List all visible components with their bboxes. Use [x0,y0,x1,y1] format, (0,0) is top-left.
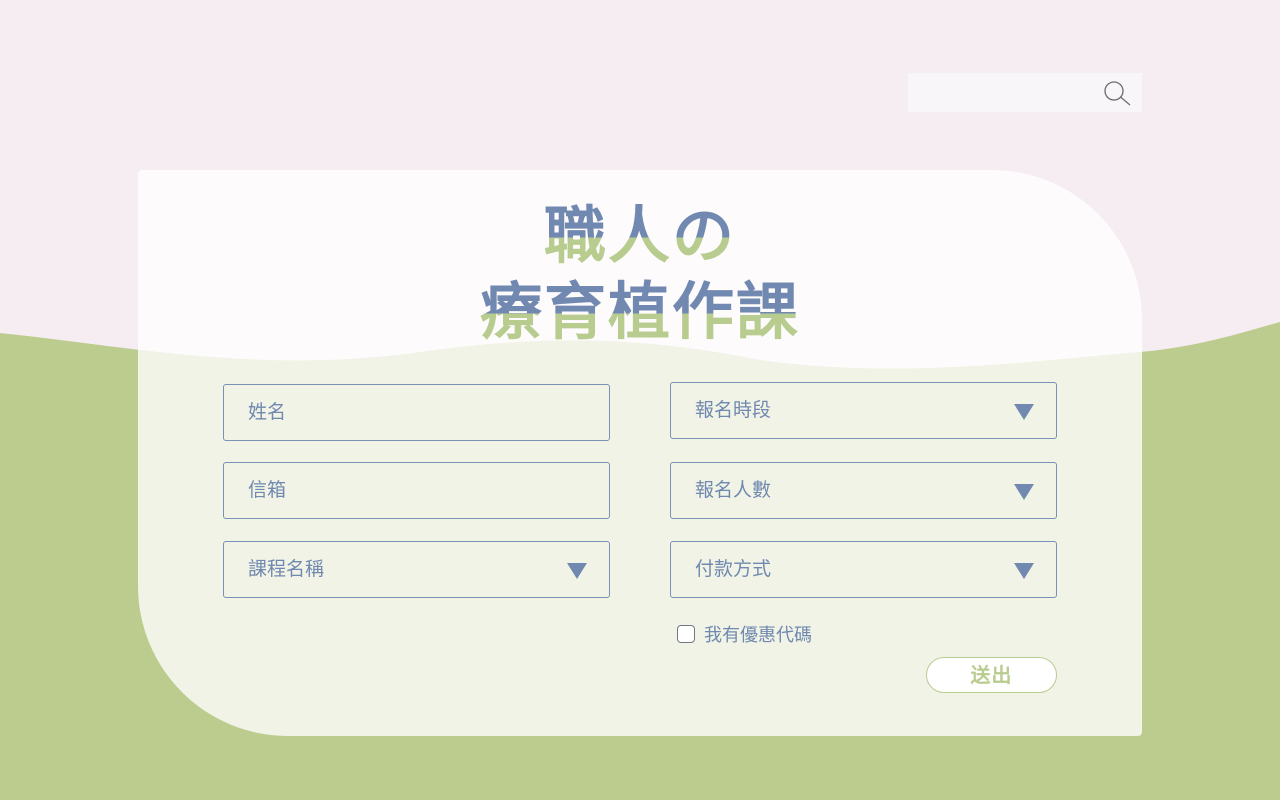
coupon-checkbox-row[interactable]: 我有優惠代碼 [677,621,812,647]
chevron-down-icon [1014,404,1034,420]
chevron-down-icon [1014,563,1034,579]
course-select-label: 課程名稱 [248,558,325,580]
search-input[interactable] [908,73,1142,112]
email-field-placeholder: 信箱 [248,479,287,501]
coupon-checkbox-label: 我有優惠代碼 [704,625,812,646]
name-field[interactable]: 姓名 [223,384,610,441]
chevron-down-icon [1014,484,1034,500]
payment-select[interactable]: 付款方式 [670,541,1057,598]
title-line-2: 療育植作課 [138,274,1142,350]
coupon-checkbox[interactable] [677,625,695,643]
attendees-select-label: 報名人數 [695,479,772,501]
course-select[interactable]: 課程名稱 [223,541,610,598]
page-title: 職人の 療育植作課 [138,198,1142,350]
registration-card: 職人の 療育植作課 姓名 信箱 課程名稱 報名時段 報名人數 付款方式 我有優惠… [138,170,1142,736]
session-select[interactable]: 報名時段 [670,382,1057,439]
page-background: 職人の 療育植作課 姓名 信箱 課程名稱 報名時段 報名人數 付款方式 我有優惠… [0,0,1280,800]
email-field[interactable]: 信箱 [223,462,610,519]
attendees-select[interactable]: 報名人數 [670,462,1057,519]
payment-select-label: 付款方式 [695,558,772,580]
search-icon[interactable] [1102,80,1132,106]
session-select-label: 報名時段 [695,399,772,421]
chevron-down-icon [567,563,587,579]
title-line-1: 職人の [138,198,1142,274]
submit-button[interactable]: 送出 [926,657,1057,693]
name-field-placeholder: 姓名 [248,401,287,423]
